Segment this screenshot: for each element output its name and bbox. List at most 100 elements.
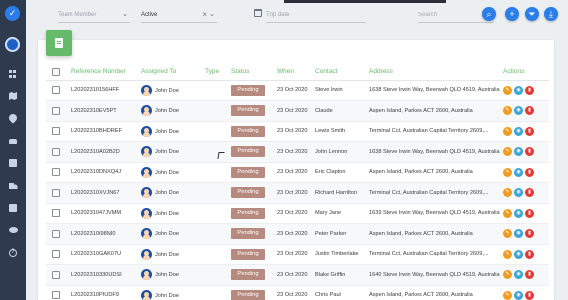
download-button[interactable]: ⤓ (544, 7, 558, 21)
sidebar-item-dashboard[interactable] (0, 67, 26, 81)
table-row[interactable]: L20202310BHDREF John Doe Pending 23 Oct 202… (46, 121, 549, 142)
row-checkbox[interactable] (52, 229, 60, 238)
eye-icon[interactable]: ◉ (514, 188, 523, 198)
row-checkbox[interactable] (52, 209, 60, 218)
sidebar-item-calendar[interactable] (0, 156, 26, 170)
trash-icon[interactable]: ▮ (525, 126, 534, 136)
table-row[interactable]: L20202310EV5PT John Doe Pending 23 Oct 2020… (46, 100, 549, 122)
trash-icon[interactable]: ▮ (525, 85, 534, 95)
pencil-icon[interactable]: ✎ (503, 147, 512, 157)
status-cell: Pending (231, 121, 277, 142)
contact-cell: Chris Paul (315, 285, 369, 300)
row-checkbox[interactable] (52, 188, 60, 197)
table-row[interactable]: L20202310PIUDF9 John Doe Pending 23 Oct 202… (46, 285, 549, 300)
sidebar-item-map[interactable] (0, 89, 26, 103)
column-header-contact[interactable]: Contact (315, 64, 369, 81)
eye-icon[interactable]: ◉ (514, 290, 523, 300)
row-checkbox[interactable] (52, 147, 60, 156)
status-filter[interactable]: Active × ⌄ (141, 7, 217, 23)
eye-icon[interactable]: ◉ (514, 126, 523, 136)
pencil-icon[interactable]: ✎ (503, 249, 512, 259)
column-header-status[interactable]: Status (231, 64, 277, 81)
calendar-icon[interactable] (254, 9, 262, 17)
column-header-type[interactable]: Type (205, 64, 231, 81)
eye-icon[interactable]: ◉ (514, 106, 523, 116)
table-row[interactable]: L20202310156HFF John Doe Pending 23 Oct 202… (46, 80, 549, 101)
pencil-icon[interactable]: ✎ (503, 106, 512, 116)
trash-icon[interactable]: ▮ (525, 106, 534, 116)
close-icon[interactable]: × (202, 7, 207, 23)
table-row[interactable]: L2020231047JVMM John Doe Pending 23 Oct 202… (46, 203, 549, 224)
column-header-when[interactable]: When (277, 64, 315, 81)
add-button[interactable]: + (505, 7, 519, 21)
pencil-icon[interactable]: ✎ (503, 229, 512, 239)
chevron-down-icon[interactable]: ⌄ (122, 7, 128, 23)
eye-icon[interactable]: ◉ (514, 249, 523, 259)
select-all-checkbox[interactable] (52, 67, 60, 76)
assigned-to: John Doe (155, 108, 179, 115)
pencil-icon[interactable]: ✎ (503, 290, 512, 300)
row-checkbox[interactable] (52, 127, 60, 136)
sidebar-item-team[interactable] (0, 223, 26, 237)
pencil-icon[interactable]: ✎ (503, 167, 512, 177)
pencil-icon[interactable]: ✎ (503, 126, 512, 136)
trip-date-filter[interactable]: Trip date (266, 7, 366, 23)
sidebar-item-help[interactable]: ? (0, 246, 26, 260)
search-button[interactable]: ⌕ (482, 7, 496, 21)
eye-icon[interactable]: ◉ (514, 270, 523, 280)
address-cell: 1640 Steve Irwin Way, Beerwah QLD 4519, … (369, 264, 503, 286)
table-row[interactable]: L20202310GAK07U John Doe Pending 23 Oct 202… (46, 244, 549, 265)
row-checkbox[interactable] (52, 250, 60, 259)
table-row[interactable]: L20202310DNXQ4J John Doe Pending 23 Oct 202… (46, 162, 549, 183)
eye-icon[interactable]: ◉ (514, 229, 523, 239)
assigned-to-cell: John Doe (141, 162, 205, 183)
eye-icon[interactable]: ◉ (514, 167, 523, 177)
sidebar-item-vehicles[interactable] (0, 134, 26, 148)
column-header-assigned[interactable]: Assigned To (141, 64, 205, 81)
row-checkbox[interactable] (52, 291, 60, 300)
address-cell: 1638 Steve Irwin Way, Beerwah QLD 4519, … (369, 141, 503, 163)
logo-icon[interactable]: ✓ (5, 6, 20, 21)
card-badge (46, 30, 72, 56)
assignee-avatar (141, 289, 152, 300)
trash-icon[interactable]: ▮ (525, 249, 534, 259)
trash-icon[interactable]: ▮ (525, 290, 534, 300)
sidebar-item-deliveries[interactable] (0, 179, 26, 193)
filter-button[interactable]: ⏷ (525, 7, 539, 21)
table-row[interactable]: L20202310I98NI0 John Doe Pending 23 Oct 202… (46, 223, 549, 245)
pencil-icon[interactable]: ✎ (503, 270, 512, 280)
column-header-reference[interactable]: Reference Number (71, 64, 141, 81)
user-avatar[interactable] (5, 37, 20, 52)
type-cell (205, 223, 231, 245)
when-cell: 23 Oct 2020 (277, 162, 315, 183)
sidebar-item-jobs[interactable] (0, 201, 26, 215)
reference-number: L20202310BHDREF (71, 121, 141, 142)
trash-icon[interactable]: ▮ (525, 167, 534, 177)
trash-icon[interactable]: ▮ (525, 229, 534, 239)
pencil-icon[interactable]: ✎ (503, 208, 512, 218)
row-checkbox[interactable] (52, 86, 60, 95)
eye-icon[interactable]: ◉ (514, 147, 523, 157)
table-row[interactable]: L20202310330UDSI John Doe Pending 23 Oct 20… (46, 264, 549, 286)
trash-icon[interactable]: ▮ (525, 270, 534, 280)
eye-icon[interactable]: ◉ (514, 85, 523, 95)
eye-icon[interactable]: ◉ (514, 208, 523, 218)
sidebar-item-locations[interactable] (0, 111, 26, 125)
row-checkbox[interactable] (52, 106, 60, 115)
row-checkbox[interactable] (52, 168, 60, 177)
trash-icon[interactable]: ▮ (525, 147, 534, 157)
contact-cell: Lewis Smith (315, 121, 369, 142)
table-row[interactable]: L20202310XVJN67 John Doe Pending 23 Oct 202… (46, 182, 549, 204)
pencil-icon[interactable]: ✎ (503, 85, 512, 95)
chevron-down-icon[interactable]: ⌄ (209, 7, 215, 23)
trash-icon[interactable]: ▮ (525, 208, 534, 218)
trash-icon[interactable]: ▮ (525, 188, 534, 198)
table-row[interactable]: L20202310A02B2D John Doe Pending 23 Oct 202… (46, 141, 549, 163)
column-header-address[interactable]: Address (369, 64, 503, 81)
row-checkbox[interactable] (52, 270, 60, 279)
pencil-icon[interactable]: ✎ (503, 188, 512, 198)
team-member-filter[interactable]: Team Member ⌄ (58, 7, 130, 23)
contact-cell: Claude (315, 100, 369, 122)
assigned-to-cell: John Doe (141, 80, 205, 101)
plus-icon: + (509, 9, 515, 19)
